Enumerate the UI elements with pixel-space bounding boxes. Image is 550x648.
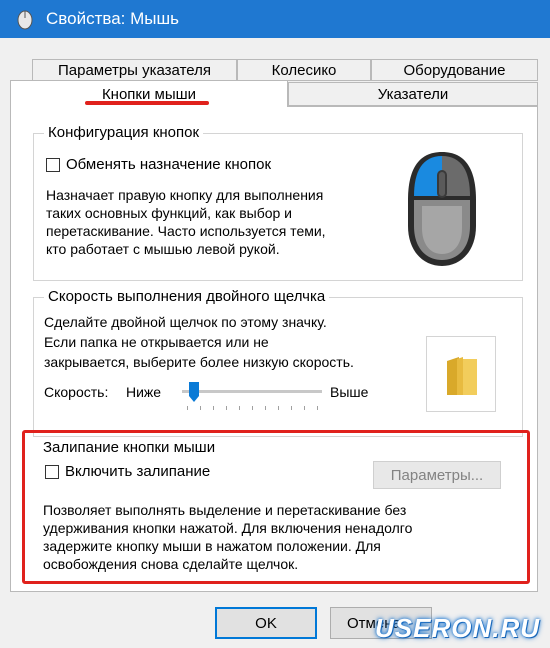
- mouse-app-icon: [17, 10, 33, 30]
- tab-wheel[interactable]: Колесико: [237, 59, 371, 81]
- swap-buttons-checkbox-row[interactable]: Обменять назначение кнопок: [46, 156, 271, 173]
- mouse-illustration-icon: [408, 152, 476, 266]
- slider-tick: [187, 406, 188, 410]
- tab-label: Колесико: [271, 61, 337, 79]
- fast-label: Выше: [330, 384, 369, 400]
- ok-button[interactable]: OK: [215, 607, 317, 639]
- slider-tick: [317, 406, 318, 410]
- description-line: перетаскивание. Часто используется теми,: [46, 223, 326, 239]
- folder-icon[interactable]: [443, 355, 481, 397]
- window-titlebar[interactable]: Свойства: Мышь: [0, 0, 550, 38]
- description-line: Если папка не открывается или не: [44, 334, 269, 350]
- description-line: Сделайте двойной щелчок по этому значку.: [44, 314, 327, 330]
- slider-tick: [265, 406, 266, 410]
- swap-buttons-checkbox[interactable]: [46, 157, 60, 172]
- slider-tick: [226, 406, 227, 410]
- watermark: USERON.RU: [374, 613, 540, 643]
- button-label: OK: [255, 614, 277, 632]
- tab-hardware[interactable]: Оборудование: [371, 59, 538, 81]
- double-click-description: Сделайте двойной щелчок по этому значку.…: [44, 312, 354, 372]
- group-legend: Конфигурация кнопок: [44, 124, 204, 141]
- tab-label: Кнопки мыши: [101, 85, 197, 103]
- slider-ticks: [182, 406, 322, 410]
- slider-track: [182, 390, 322, 393]
- tab-pointers[interactable]: Указатели: [288, 82, 538, 106]
- slider-thumb[interactable]: [188, 382, 199, 402]
- description-line: таких основных функций, как выбор и: [46, 205, 292, 221]
- double-click-group: Скорость выполнения двойного щелчка Сдел…: [33, 288, 523, 437]
- double-click-speed-slider[interactable]: [182, 382, 322, 412]
- button-config-description: Назначает правую кнопку для выполнения т…: [46, 186, 326, 258]
- active-tab-underline: [85, 101, 209, 105]
- tab-label: Указатели: [377, 85, 449, 103]
- description-line: закрывается, выберите более низкую скоро…: [44, 354, 354, 370]
- description-line: кто работает с мышью левой рукой.: [46, 241, 280, 257]
- slider-tick: [278, 406, 279, 410]
- slider-thumb-icon: [188, 382, 199, 402]
- tab-pointer-options[interactable]: Параметры указателя: [32, 59, 237, 81]
- group-legend: Скорость выполнения двойного щелчка: [44, 288, 330, 305]
- slow-label: Ниже: [126, 384, 162, 400]
- slider-tick: [291, 406, 292, 410]
- slider-tick: [213, 406, 214, 410]
- button-config-group: Конфигурация кнопок Обменять назначение …: [33, 124, 523, 281]
- window-title: Свойства: Мышь: [46, 9, 179, 28]
- swap-buttons-label: Обменять назначение кнопок: [66, 156, 272, 173]
- tab-label: Оборудование: [403, 61, 506, 79]
- slider-tick: [239, 406, 240, 410]
- slider-tick: [252, 406, 253, 410]
- description-line: Назначает правую кнопку для выполнения: [46, 187, 324, 203]
- clicklock-highlight-frame: [22, 430, 530, 584]
- speed-label: Скорость:: [44, 384, 109, 400]
- tab-label: Параметры указателя: [57, 61, 211, 79]
- slider-tick: [200, 406, 201, 410]
- slider-tick: [304, 406, 305, 410]
- test-area[interactable]: [426, 336, 496, 412]
